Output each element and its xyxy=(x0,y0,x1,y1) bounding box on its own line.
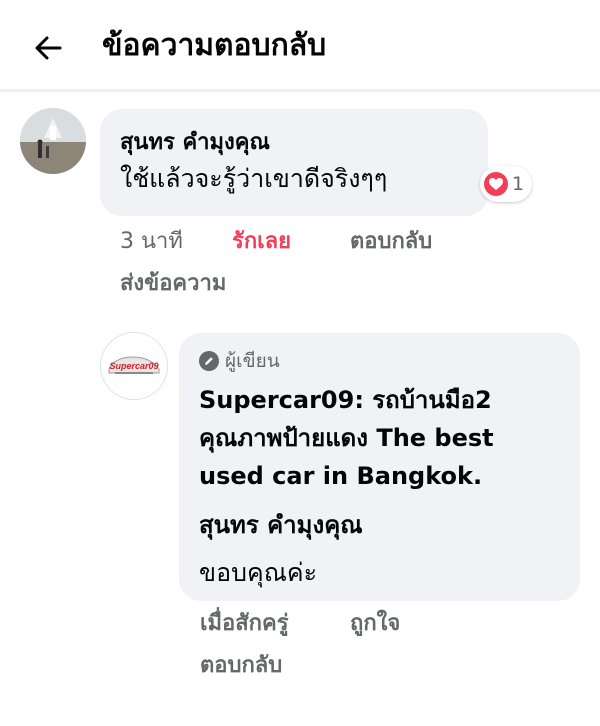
comment-reply-button[interactable]: ตอบกลับ xyxy=(350,226,432,258)
arrow-left-icon xyxy=(35,36,62,60)
page-title: ข้อความตอบกลับ xyxy=(102,28,327,63)
tagged-user[interactable]: สุนทร คำมุงคุณ xyxy=(199,506,363,544)
comment-love-button[interactable]: รักเลย xyxy=(232,226,291,258)
heart-icon xyxy=(484,172,508,196)
reply-reply-button[interactable]: ตอบกลับ xyxy=(200,650,282,682)
top-bar: ข้อความตอบกลับ xyxy=(0,0,600,92)
reply-author[interactable]: Supercar09: รถบ้านมือ2 คุณภาพป้ายแดง The… xyxy=(199,381,559,495)
comment-timestamp: 3 นาที xyxy=(120,229,183,254)
reply-timestamp: เมื่อสักครู่ xyxy=(200,611,289,636)
reply-text: ขอบคุณค่ะ xyxy=(199,558,318,587)
send-message-button[interactable]: ส่งข้อความ xyxy=(120,268,226,300)
author-badge: ผู้เขียน xyxy=(199,348,280,374)
pencil-icon xyxy=(199,351,219,371)
author-badge-label: ผู้เขียน xyxy=(225,350,280,372)
reply-like-button[interactable]: ถูกใจ xyxy=(350,608,400,640)
comment-author[interactable]: สุนทร คำมุงคุณ xyxy=(120,126,270,160)
reaction-summary[interactable]: 1 xyxy=(480,166,533,202)
page-logo-text: Supercar09 xyxy=(109,361,158,371)
page-avatar[interactable]: Supercar09 xyxy=(101,333,167,399)
commenter-avatar[interactable] xyxy=(20,108,86,174)
back-button[interactable] xyxy=(28,28,68,68)
reaction-count: 1 xyxy=(512,173,525,195)
comment-text: ใช้แล้วจะรู้ว่าเขาดีจริงๆๆ xyxy=(120,164,388,193)
